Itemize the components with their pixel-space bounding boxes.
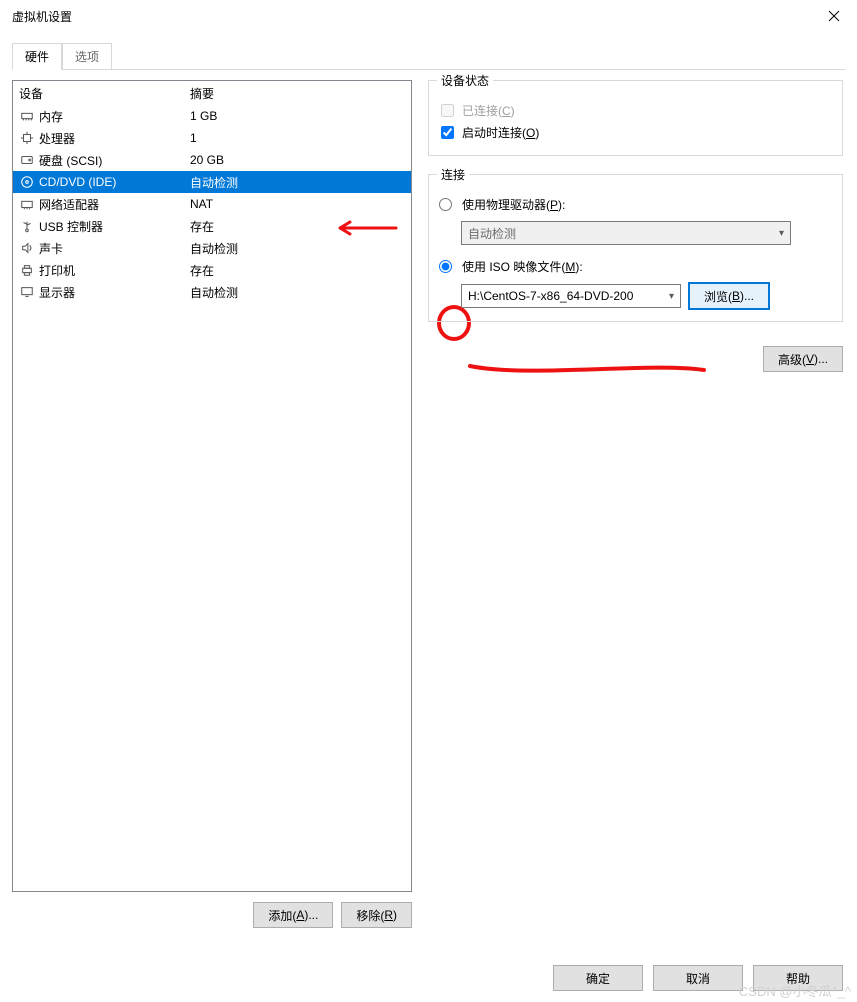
nic-icon: [19, 196, 35, 212]
device-name: 内存: [39, 108, 63, 125]
disk-icon: [19, 152, 35, 168]
device-row[interactable]: 打印机 存在: [13, 259, 411, 281]
radio-physical-label: 使用物理驱动器(P):: [462, 196, 565, 213]
device-summary: 1: [188, 131, 411, 145]
window-title: 虚拟机设置: [12, 8, 72, 25]
radio-iso-label: 使用 ISO 映像文件(M):: [462, 258, 583, 275]
device-name: 打印机: [39, 262, 75, 279]
checkbox-connect-poweron-label: 启动时连接(O): [462, 124, 539, 141]
radio-iso-input[interactable]: [439, 260, 452, 273]
right-column: 设备状态 已连接(C) 启动时连接(O) 连接 使用物理驱动器(P):: [428, 80, 845, 944]
device-name: CD/DVD (IDE): [39, 175, 116, 189]
memory-icon: [19, 108, 35, 124]
sound-icon: [19, 240, 35, 256]
header-summary: 摘要: [188, 85, 411, 102]
cpu-icon: [19, 130, 35, 146]
header-device: 设备: [13, 85, 188, 102]
remove-button[interactable]: 移除(R): [341, 902, 412, 928]
device-row[interactable]: 硬盘 (SCSI) 20 GB: [13, 149, 411, 171]
group-connection: 连接 使用物理驱动器(P): 自动检测 ▾ 使用 ISO 映像文件(M):: [428, 174, 843, 322]
device-name: 硬盘 (SCSI): [39, 152, 102, 169]
iso-path-combo[interactable]: H:\CentOS-7-x86_64-DVD-200 ▾: [461, 284, 681, 308]
printer-icon: [19, 262, 35, 278]
group-device-status-title: 设备状态: [437, 72, 493, 89]
group-device-status: 设备状态 已连接(C) 启动时连接(O): [428, 80, 843, 156]
device-name: 显示器: [39, 284, 75, 301]
cancel-button[interactable]: 取消: [653, 965, 743, 991]
tab-options-label: 选项: [75, 48, 99, 65]
iso-path-value: H:\CentOS-7-x86_64-DVD-200: [468, 289, 633, 303]
device-name: 网络适配器: [39, 196, 99, 213]
device-row[interactable]: CD/DVD (IDE) 自动检测: [13, 171, 411, 193]
display-icon: [19, 284, 35, 300]
close-icon: [828, 10, 840, 22]
dialog-button-bar: 确定 取消 帮助: [0, 954, 857, 1002]
checkbox-connect-poweron-input[interactable]: [441, 126, 454, 139]
tab-options[interactable]: 选项: [62, 43, 112, 69]
chevron-down-icon[interactable]: ▾: [669, 291, 674, 302]
device-row[interactable]: 显示器 自动检测: [13, 281, 411, 303]
ok-button[interactable]: 确定: [553, 965, 643, 991]
advanced-button[interactable]: 高级(V)...: [763, 346, 843, 372]
device-row[interactable]: 处理器 1: [13, 127, 411, 149]
device-summary: 存在: [188, 262, 411, 279]
device-row[interactable]: 内存 1 GB: [13, 105, 411, 127]
device-summary: 存在: [188, 218, 411, 235]
radio-iso[interactable]: 使用 ISO 映像文件(M):: [439, 255, 832, 277]
device-summary: 20 GB: [188, 153, 411, 167]
device-row[interactable]: 网络适配器 NAT: [13, 193, 411, 215]
checkbox-connected-label: 已连接(C): [462, 102, 515, 119]
device-summary: 自动检测: [188, 174, 411, 191]
checkbox-connected: 已连接(C): [439, 99, 832, 121]
checkbox-connected-input: [441, 104, 454, 117]
device-summary: 自动检测: [188, 240, 411, 257]
device-list-header: 设备 摘要: [13, 81, 411, 105]
device-row[interactable]: USB 控制器 存在: [13, 215, 411, 237]
device-row[interactable]: 声卡 自动检测: [13, 237, 411, 259]
checkbox-connect-poweron[interactable]: 启动时连接(O): [439, 121, 832, 143]
tab-hardware-label: 硬件: [25, 48, 49, 65]
device-list-box: 设备 摘要 内存 1 GB 处理器 1 硬盘 (SCSI) 20 GB CD/DVD (ID…: [12, 80, 412, 892]
browse-button[interactable]: 浏览(B)...: [689, 283, 769, 309]
usb-icon: [19, 218, 35, 234]
left-column: 设备 摘要 内存 1 GB 处理器 1 硬盘 (SCSI) 20 GB CD/DVD (ID…: [12, 80, 412, 944]
device-name: 声卡: [39, 240, 63, 257]
device-name: 处理器: [39, 130, 75, 147]
cd-icon: [19, 174, 35, 190]
device-summary: 自动检测: [188, 284, 411, 301]
device-name: USB 控制器: [39, 218, 103, 235]
tab-hardware[interactable]: 硬件: [12, 43, 62, 69]
device-summary: 1 GB: [188, 109, 411, 123]
tab-bar: 硬件 选项: [12, 44, 845, 70]
titlebar: 虚拟机设置: [0, 0, 857, 34]
close-button[interactable]: [811, 0, 857, 32]
help-button[interactable]: 帮助: [753, 965, 843, 991]
device-list[interactable]: 内存 1 GB 处理器 1 硬盘 (SCSI) 20 GB CD/DVD (IDE) 自动检测…: [13, 105, 411, 891]
add-button[interactable]: 添加(A)...: [253, 902, 333, 928]
group-connection-title: 连接: [437, 166, 469, 183]
radio-physical[interactable]: 使用物理驱动器(P):: [439, 193, 832, 215]
physical-drive-combo: 自动检测 ▾: [461, 221, 791, 245]
physical-drive-value: 自动检测: [468, 225, 516, 242]
device-summary: NAT: [188, 197, 411, 211]
radio-physical-input[interactable]: [439, 198, 452, 211]
chevron-down-icon: ▾: [779, 228, 784, 239]
